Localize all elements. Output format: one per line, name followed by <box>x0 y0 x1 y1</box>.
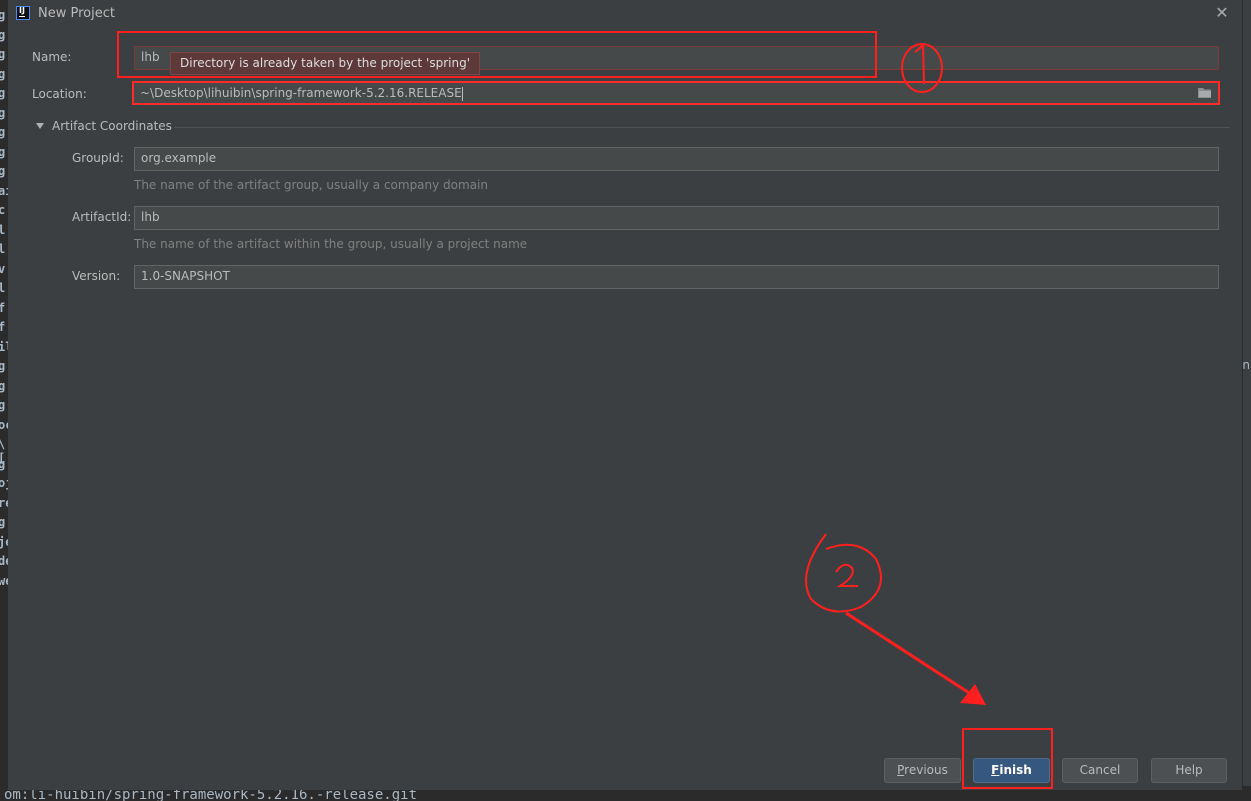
new-project-dialog: New Project ✕ Name: lhb Directory is alr… <box>8 0 1243 790</box>
artifactid-value: lhb <box>141 210 160 224</box>
text-caret <box>461 86 463 101</box>
background-glyph: g <box>0 66 6 81</box>
location-value: ~\Desktop\lihuibin\spring-framework-5.2.… <box>140 86 462 100</box>
groupid-value: org.example <box>141 151 217 165</box>
background-glyph: ail <box>0 183 8 198</box>
groupid-label: GroupId: <box>72 151 124 165</box>
artifactid-input[interactable]: lhb <box>134 206 1219 230</box>
background-glyph: je <box>0 534 8 549</box>
close-icon[interactable]: ✕ <box>1214 4 1230 22</box>
version-label: Version: <box>72 269 121 283</box>
artifactid-hint: The name of the artifact within the grou… <box>134 237 528 251</box>
intellij-logo-icon <box>16 6 30 20</box>
background-glyph: oj <box>0 476 8 490</box>
background-glyph: g <box>0 125 6 139</box>
previous-button[interactable]: Previous <box>884 758 961 783</box>
version-input[interactable]: 1.0-SNAPSHOT <box>134 265 1219 289</box>
background-editor-strip: gggggggggailcllvlffilgggoc\[gojregjedewe <box>0 0 8 801</box>
version-value: 1.0-SNAPSHOT <box>141 269 230 283</box>
background-glyph: g <box>0 515 6 529</box>
background-glyph: g <box>0 27 6 42</box>
background-glyph: g <box>0 86 6 100</box>
cancel-button[interactable]: Cancel <box>1062 758 1138 783</box>
background-glyph: g <box>0 47 6 61</box>
background-glyph: re <box>0 495 8 510</box>
background-glyph: g <box>0 8 6 22</box>
background-glyph: we <box>0 573 8 588</box>
background-glyph: g <box>0 105 6 120</box>
section-divider <box>174 127 1230 128</box>
background-glyph: f <box>0 320 6 334</box>
background-glyph: f <box>0 300 6 315</box>
name-label: Name: <box>32 50 72 64</box>
background-glyph: g <box>0 456 6 471</box>
folder-icon[interactable] <box>1198 87 1212 98</box>
background-glyph: de <box>0 554 8 568</box>
artifact-coordinates-section[interactable]: Artifact Coordinates <box>34 119 1230 135</box>
background-glyph: g <box>0 398 6 412</box>
location-label: Location: <box>32 87 87 101</box>
background-glyph: g <box>0 164 6 178</box>
background-glyph: n <box>1242 358 1250 372</box>
location-input[interactable]: ~\Desktop\lihuibin\spring-framework-5.2.… <box>132 81 1220 105</box>
background-glyph: l <box>0 242 6 256</box>
groupid-hint: The name of the artifact group, usually … <box>134 178 488 192</box>
title-bar: New Project ✕ <box>8 0 1242 28</box>
background-glyph: g <box>0 378 6 393</box>
help-button[interactable]: Help <box>1151 758 1227 783</box>
background-editor-right: n <box>1242 0 1251 801</box>
previous-label: revious <box>904 763 948 777</box>
section-title: Artifact Coordinates <box>52 119 172 133</box>
background-glyph: v <box>0 261 6 276</box>
background-glyph: il <box>0 339 8 354</box>
background-glyph: l <box>0 281 6 295</box>
annotation-box-finish <box>962 728 1053 789</box>
background-glyph: l <box>0 222 6 237</box>
annotation-box-name <box>117 31 877 78</box>
background-glyph: oc <box>0 417 8 432</box>
window-title: New Project <box>38 6 115 21</box>
artifactid-label: ArtifactId: <box>72 210 132 224</box>
expand-triangle-icon[interactable] <box>36 123 44 129</box>
background-glyph: c <box>0 203 6 217</box>
background-glyph: g <box>0 144 6 159</box>
groupid-input[interactable]: org.example <box>134 147 1219 171</box>
background-glyph: g <box>0 359 6 373</box>
